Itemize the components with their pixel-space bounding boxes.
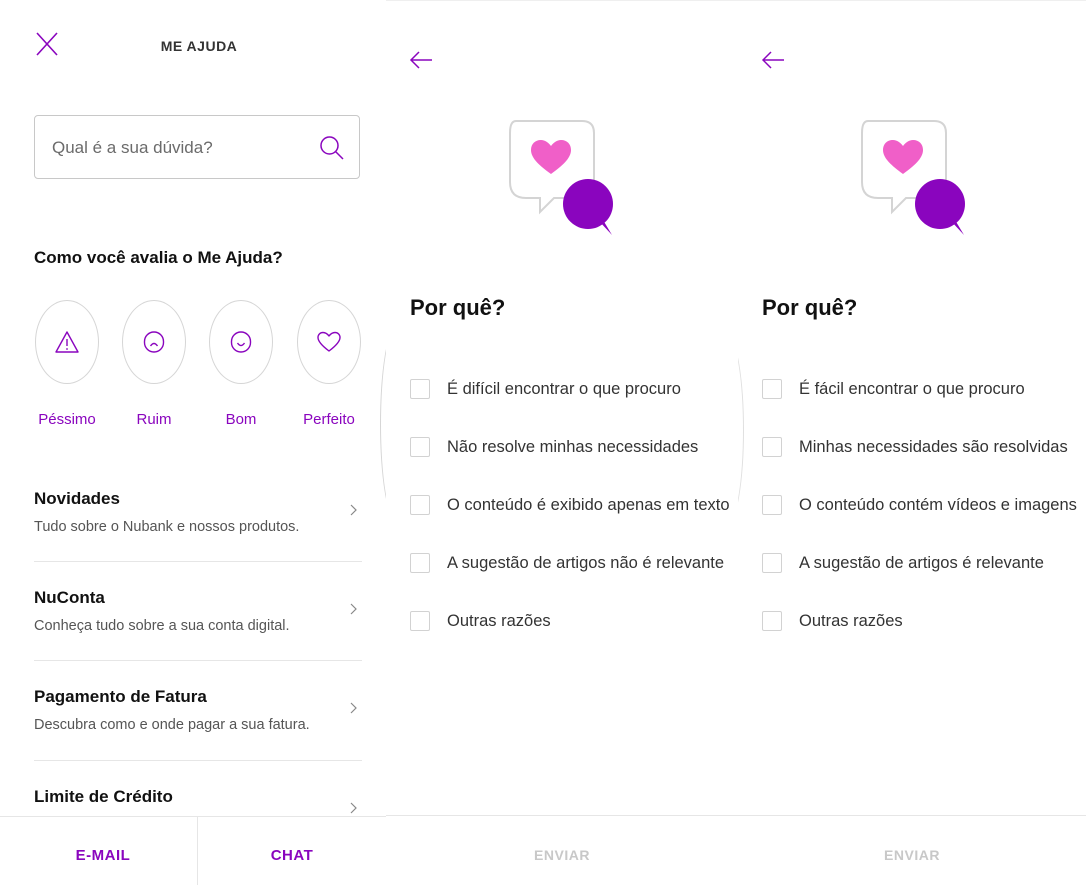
sad-face-icon <box>143 331 165 353</box>
search-icon[interactable] <box>319 135 345 161</box>
page-title: ME AJUDA <box>160 38 238 54</box>
menu-item-title: Limite de Crédito <box>34 787 173 806</box>
rating-pessimo[interactable]: Péssimo <box>34 300 100 428</box>
checkbox[interactable] <box>762 379 782 399</box>
menu-item-nuconta[interactable]: NuConta Conheça tudo sobre a sua conta d… <box>0 588 386 687</box>
checkbox[interactable] <box>410 553 430 573</box>
menu-item-title: NuConta <box>34 588 105 607</box>
send-button[interactable]: ENVIAR <box>386 816 738 886</box>
menu-item-subtitle: Tudo sobre o Nubank e nossos produtos. <box>34 519 300 535</box>
option-label: Outras razões <box>799 612 903 630</box>
checkbox[interactable] <box>762 611 782 631</box>
checkbox[interactable] <box>410 437 430 457</box>
chevron-right-icon <box>350 802 357 814</box>
checkbox[interactable] <box>762 495 782 515</box>
rating-circle[interactable] <box>209 300 273 384</box>
heart-icon <box>317 331 341 352</box>
checkbox[interactable] <box>410 495 430 515</box>
section-heading: Por quê? <box>410 295 506 320</box>
option-label: O conteúdo é exibido apenas em texto <box>447 496 730 514</box>
rating-circle[interactable] <box>122 300 186 384</box>
menu-item-title: Novidades <box>34 489 120 508</box>
option-label: É fácil encontrar o que procuro <box>799 380 1025 398</box>
section-heading: Por quê? <box>762 295 858 320</box>
rating-circle[interactable] <box>35 300 99 384</box>
chevron-right-icon <box>350 504 357 516</box>
option-label: O conteúdo contém vídeos e imagens <box>799 496 1077 514</box>
rating-label: Ruim <box>136 411 172 428</box>
send-bar: ENVIAR <box>738 815 1086 886</box>
chat-heart-illustration-icon <box>861 120 965 235</box>
rating-heading: Como você avalia o Me Ajuda? <box>34 248 283 267</box>
bottom-action-bar: E-MAIL CHAT <box>0 816 386 885</box>
option-label: A sugestão de artigos é relevante <box>799 554 1044 572</box>
search-box <box>34 115 360 180</box>
rating-circle[interactable] <box>297 300 361 384</box>
rating-perfeito[interactable]: Perfeito <box>296 300 362 428</box>
feedback-positive-panel: Por quê? É fácil encontrar o que procuro… <box>738 0 1086 886</box>
rating-ruim[interactable]: Ruim <box>121 300 187 428</box>
checkbox[interactable] <box>410 379 430 399</box>
feedback-negative-panel: Por quê? É difícil encontrar o que procu… <box>386 0 738 886</box>
checkbox[interactable] <box>762 437 782 457</box>
divider <box>34 760 362 761</box>
menu-item-pagamento-fatura[interactable]: Pagamento de Fatura Descubra como e onde… <box>0 687 386 786</box>
divider <box>34 660 362 661</box>
menu-item-subtitle: Conheça tudo sobre a sua conta digital. <box>34 618 290 634</box>
option-label: Minhas necessidades são resolvidas <box>799 438 1068 456</box>
search-input[interactable] <box>50 116 314 180</box>
carousel-overflow-arc <box>738 337 744 523</box>
arrow-left-icon[interactable] <box>760 47 786 73</box>
send-button[interactable]: ENVIAR <box>738 816 1086 886</box>
warning-icon <box>55 331 79 353</box>
chevron-right-icon <box>350 603 357 615</box>
option-label: É difícil encontrar o que procuro <box>447 380 681 398</box>
chevron-right-icon <box>350 702 357 714</box>
rating-bom[interactable]: Bom <box>208 300 274 428</box>
menu-item-subtitle: Descubra como e onde pagar a sua fatura. <box>34 717 310 733</box>
help-panel: ME AJUDA Como você avalia o Me Ajuda? Pé… <box>0 0 386 885</box>
checkbox[interactable] <box>762 553 782 573</box>
smile-face-icon <box>230 331 252 353</box>
chat-button[interactable]: CHAT <box>196 817 386 885</box>
option-label: Não resolve minhas necessidades <box>447 438 699 456</box>
rating-label: Péssimo <box>38 411 96 428</box>
divider <box>34 561 362 562</box>
email-button[interactable]: E-MAIL <box>7 817 199 885</box>
rating-label: Bom <box>225 411 257 428</box>
chat-heart-illustration-icon <box>509 120 613 235</box>
checkbox[interactable] <box>410 611 430 631</box>
send-bar: ENVIAR <box>386 815 738 886</box>
menu-item-novidades[interactable]: Novidades Tudo sobre o Nubank e nossos p… <box>0 489 386 588</box>
arrow-left-icon[interactable] <box>408 47 434 73</box>
menu-item-title: Pagamento de Fatura <box>34 687 207 706</box>
option-label: Outras razões <box>447 612 551 630</box>
rating-label: Perfeito <box>303 411 355 428</box>
option-label: A sugestão de artigos não é relevante <box>447 554 725 572</box>
